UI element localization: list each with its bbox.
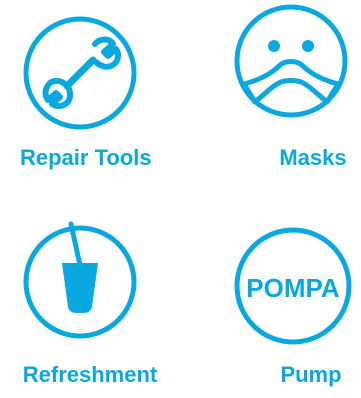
category-tile-pump[interactable]: POMPA Pump	[181, 199, 361, 398]
tile-label: Repair Tools	[20, 145, 152, 170]
category-tile-masks[interactable]: Masks	[181, 0, 361, 199]
pump-icon-text: POMPA	[246, 273, 340, 303]
tile-label: Refreshment	[22, 362, 158, 387]
tile-label: Masks	[279, 145, 347, 170]
tile-label: Pump	[280, 362, 342, 387]
category-tile-refreshment[interactable]: Refreshment	[0, 199, 180, 398]
category-tile-repair-tools[interactable]: Repair Tools	[0, 0, 180, 199]
